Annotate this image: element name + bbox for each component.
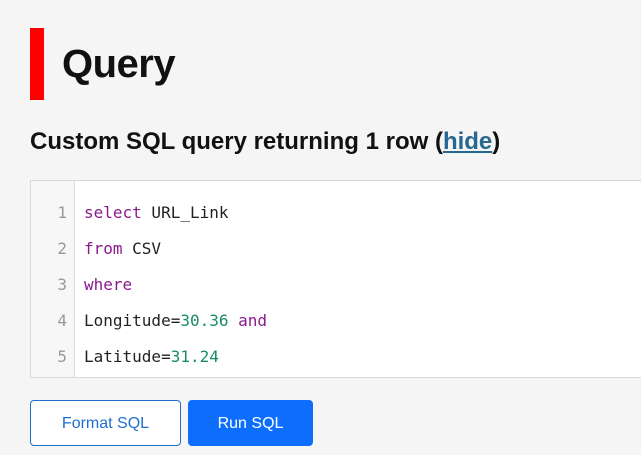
line-number: 4 [57, 311, 67, 330]
sql-keyword: where [84, 275, 133, 294]
sql-text: Latitude= [84, 347, 171, 366]
code-area[interactable]: select URL_Link from CSV where Longitude=30… [75, 181, 641, 377]
format-sql-button[interactable]: Format SQL [30, 400, 181, 446]
sql-number: 30.36 [180, 311, 229, 330]
sql-editor[interactable]: 12345 select URL_Link from CSV where Longit… [30, 180, 641, 378]
hide-link[interactable]: hide [443, 128, 492, 155]
line-number: 5 [57, 347, 67, 366]
code-line: select URL_Link [84, 195, 641, 231]
query-header-text: Custom SQL query returning 1 row ( [30, 128, 443, 155]
code-line: Latitude=31.24 [84, 339, 641, 375]
run-sql-button[interactable]: Run SQL [188, 400, 313, 446]
sql-keyword: from [84, 239, 123, 258]
line-number: 3 [57, 275, 67, 294]
code-line: Longitude=30.36 and [84, 303, 641, 339]
page-title: Query [62, 42, 176, 86]
code-line: where [84, 267, 641, 303]
sql-number: 31.24 [170, 347, 219, 366]
page: Query Custom SQL query returning 1 row (… [0, 0, 641, 455]
sql-text: Longitude= [84, 311, 181, 330]
sql-text: URL_Link [141, 203, 229, 222]
line-number: 2 [57, 239, 67, 258]
query-header: Custom SQL query returning 1 row (hide) [30, 128, 500, 156]
sql-keyword: and [238, 311, 268, 330]
title-accent-bar [30, 28, 44, 100]
query-header-suffix: ) [492, 128, 501, 155]
sql-keyword: select [84, 203, 142, 222]
line-number-gutter: 1 2 3 4 5 [31, 181, 75, 377]
sql-text: CSV [122, 239, 162, 258]
code-line: from CSV [84, 231, 641, 267]
title-row: Query [30, 28, 176, 100]
line-number: 1 [57, 203, 67, 222]
